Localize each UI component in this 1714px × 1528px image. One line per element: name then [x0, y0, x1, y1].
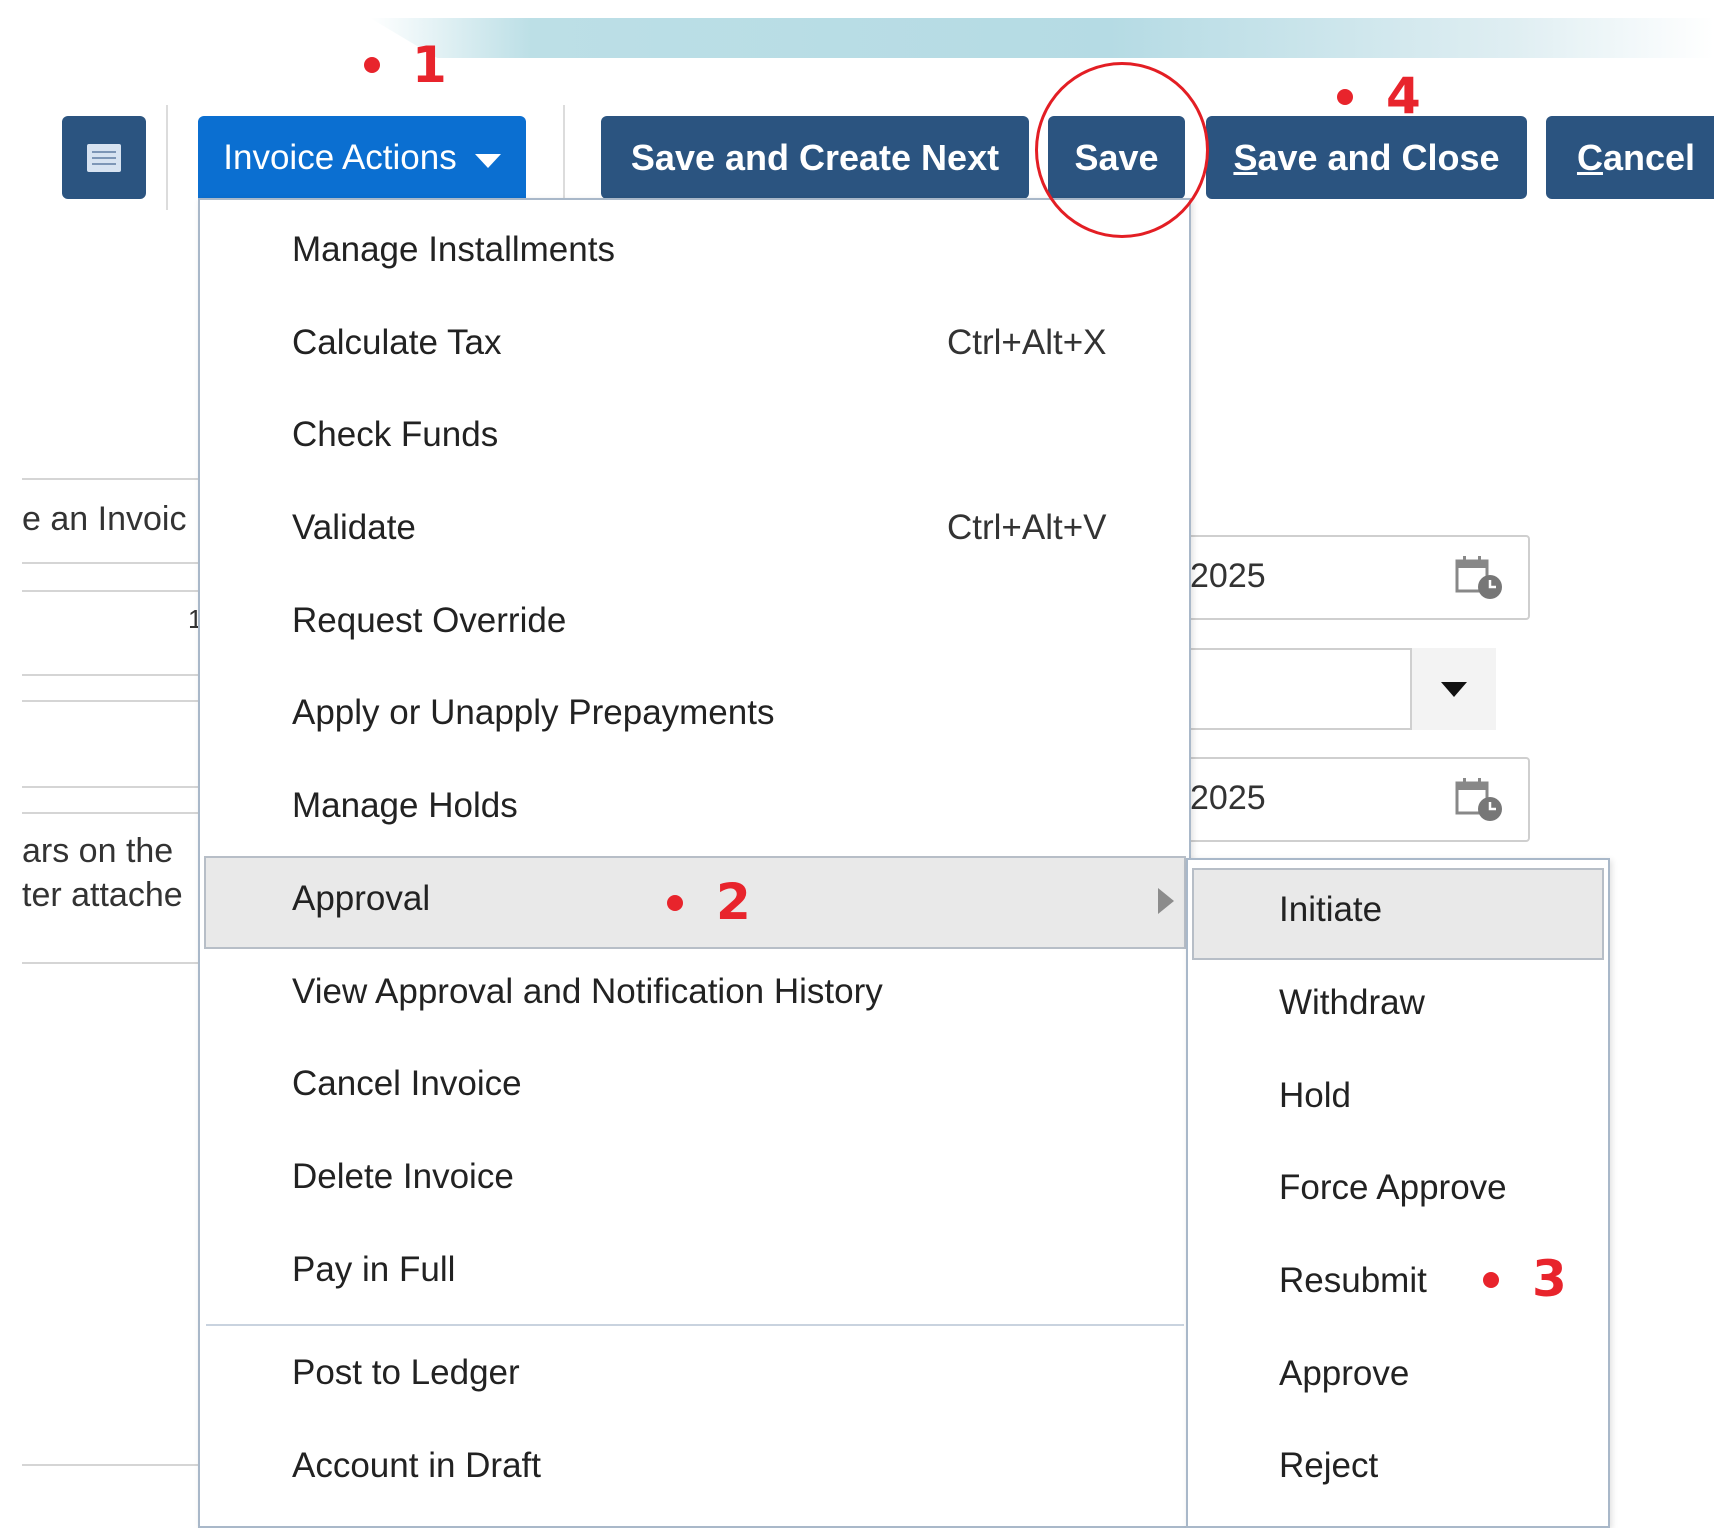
- submenu-item-approve[interactable]: Approve: [1279, 1354, 1409, 1394]
- form-divider: [22, 786, 202, 788]
- menu-divider: [206, 1324, 1184, 1326]
- invoice-actions-label: Invoice Actions: [223, 137, 457, 177]
- form-divider: [22, 700, 202, 702]
- submenu-item-initiate[interactable]: Initiate: [1279, 890, 1382, 930]
- form-text-fragment: e an Invoic: [22, 500, 187, 538]
- accounting-date-field[interactable]: 2025: [1140, 757, 1530, 842]
- menu-item-pay-in-full[interactable]: Pay in Full: [292, 1250, 455, 1290]
- save-and-close-mnemonic: S: [1233, 136, 1258, 178]
- annotation-dot-4: [1337, 89, 1353, 105]
- cancel-text: ancel: [1602, 136, 1696, 178]
- invoice-actions-button[interactable]: Invoice Actions: [198, 116, 526, 199]
- annotation-dot-2: [667, 895, 683, 911]
- menu-item-calculate-tax[interactable]: Calculate Tax: [292, 323, 501, 363]
- document-list-icon: [87, 143, 121, 172]
- menu-item-manage-holds[interactable]: Manage Holds: [292, 786, 518, 826]
- calendar-icon[interactable]: [1454, 553, 1506, 601]
- dropdown-button[interactable]: [1410, 648, 1496, 730]
- menu-item-check-funds[interactable]: Check Funds: [292, 415, 498, 455]
- form-divider: [22, 1464, 202, 1466]
- menu-item-validate[interactable]: Validate: [292, 508, 416, 548]
- menu-item-cancel-invoice[interactable]: Cancel Invoice: [292, 1064, 522, 1104]
- form-divider: [22, 562, 202, 564]
- submenu-item-reject[interactable]: Reject: [1279, 1446, 1378, 1486]
- menu-item-post-to-ledger[interactable]: Post to Ledger: [292, 1353, 520, 1393]
- form-divider: [22, 674, 202, 676]
- shortcut-calculate-tax: Ctrl+Alt+X: [947, 323, 1107, 362]
- submenu-item-withdraw[interactable]: Withdraw: [1279, 983, 1425, 1023]
- cancel-button[interactable]: Cancel: [1546, 116, 1714, 199]
- form-divider: [22, 812, 202, 814]
- caret-down-icon: [1441, 681, 1467, 697]
- annotation-dot-3: [1483, 1272, 1499, 1288]
- menu-item-request-override[interactable]: Request Override: [292, 601, 566, 641]
- caret-down-icon: [474, 153, 501, 168]
- submenu-item-resubmit[interactable]: Resubmit: [1279, 1261, 1427, 1301]
- view-toggle-button[interactable]: [62, 116, 146, 199]
- submenu-arrow-icon: [1158, 888, 1174, 914]
- save-and-close-button[interactable]: Save and Close: [1206, 116, 1527, 199]
- form-text-fragment: ars on the: [22, 832, 174, 870]
- annotation-dot-1: [364, 57, 380, 73]
- save-and-create-next-button[interactable]: Save and Create Next: [601, 116, 1029, 199]
- submenu-item-hold[interactable]: Hold: [1279, 1076, 1351, 1116]
- annotation-number-2: 2: [716, 873, 751, 931]
- toolbar-divider: [563, 105, 565, 210]
- menu-item-apply-unapply-prepayments[interactable]: Apply or Unapply Prepayments: [292, 693, 774, 733]
- save-and-create-next-label: Save and Create Next: [630, 136, 1000, 178]
- cancel-mnemonic: C: [1576, 136, 1603, 178]
- menu-item-view-approval-history[interactable]: View Approval and Notification History: [292, 972, 883, 1012]
- annotation-number-1: 1: [412, 36, 447, 94]
- accounting-date-value: 2025: [1190, 779, 1266, 817]
- toolbar-divider: [166, 105, 168, 210]
- calendar-icon[interactable]: [1454, 775, 1506, 823]
- menu-item-account-in-draft[interactable]: Account in Draft: [292, 1446, 541, 1486]
- shortcut-validate: Ctrl+Alt+V: [947, 508, 1107, 547]
- form-divider: [22, 590, 202, 592]
- form-divider: [22, 478, 202, 480]
- initiate-highlight: [1192, 868, 1604, 960]
- form-divider: [22, 962, 202, 964]
- submenu-item-force-approve[interactable]: Force Approve: [1279, 1168, 1507, 1208]
- annotation-number-4: 4: [1386, 67, 1421, 125]
- invoice-date-value: 2025: [1190, 557, 1266, 595]
- menu-item-approval[interactable]: Approval: [292, 879, 430, 919]
- save-highlight-circle: [1035, 62, 1209, 238]
- invoice-date-field[interactable]: 2025: [1140, 535, 1530, 620]
- save-and-close-text: ave and Close: [1257, 136, 1500, 178]
- menu-item-delete-invoice[interactable]: Delete Invoice: [292, 1157, 514, 1197]
- form-text-fragment: ter attache: [22, 876, 183, 914]
- annotation-number-3: 3: [1532, 1250, 1567, 1308]
- save-and-close-label: Save and Close: [1233, 137, 1499, 179]
- menu-item-manage-installments[interactable]: Manage Installments: [292, 230, 615, 270]
- header-decoration: [370, 18, 1714, 58]
- invoice-actions-menu: [198, 198, 1191, 1528]
- cancel-label: Cancel: [1577, 137, 1695, 179]
